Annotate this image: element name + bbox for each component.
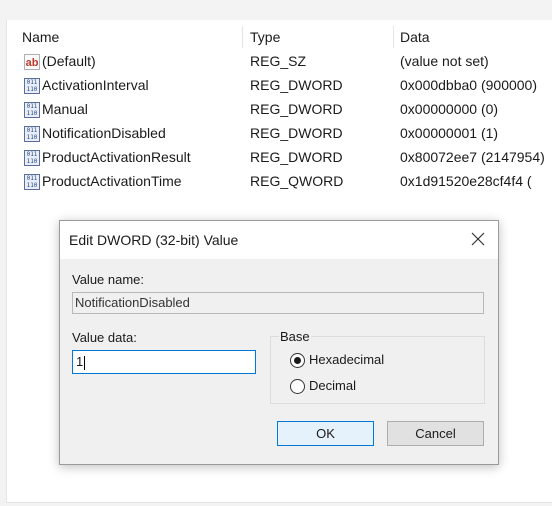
value-data: 0x000dbba0 (900000)	[400, 77, 538, 93]
value-data: 0x1d91520e28cf4f4 (	[400, 173, 532, 189]
value-name-label: Value name:	[72, 272, 145, 287]
column-divider[interactable]	[242, 26, 243, 48]
value-data: 0x80072ee7 (2147954)	[400, 149, 545, 165]
value-type: REG_DWORD	[250, 101, 343, 117]
binary-value-icon: 011 110	[24, 174, 40, 190]
base-group-label: Base	[279, 329, 311, 344]
hexadecimal-radio[interactable]	[290, 353, 305, 368]
list-item[interactable]: 011 110 ProductActivationResult REG_DWORD…	[7, 146, 552, 170]
binary-value-icon: 011 110	[24, 102, 40, 118]
value-data-input[interactable]: 1	[72, 350, 256, 374]
list-item[interactable]: 011 110 NotificationDisabled REG_DWORD 0x…	[7, 122, 552, 146]
value-name: Manual	[42, 101, 88, 117]
value-data: 0x00000000 (0)	[400, 101, 499, 117]
value-type: REG_DWORD	[250, 149, 343, 165]
value-type: REG_QWORD	[250, 173, 344, 189]
list-item[interactable]: 011 110 ProductActivationTime REG_QWORD 0…	[7, 170, 552, 194]
decimal-radio[interactable]	[290, 379, 305, 394]
value-type: REG_DWORD	[250, 77, 343, 93]
text-caret	[84, 355, 86, 370]
value-name: ActivationInterval	[42, 77, 149, 93]
value-type: REG_DWORD	[250, 125, 343, 141]
value-data: (value not set)	[400, 53, 489, 69]
edit-dword-dialog: Edit DWORD (32-bit) Value Value name: No…	[59, 220, 499, 465]
dialog-titlebar[interactable]: Edit DWORD (32-bit) Value	[60, 221, 498, 259]
list-item[interactable]: 011 110 Manual REG_DWORD 0x00000000 (0)	[7, 98, 552, 122]
list-item[interactable]: 011 110 ActivationInterval REG_DWORD 0x00…	[7, 74, 552, 98]
column-header-data[interactable]: Data	[400, 29, 430, 45]
value-data-label: Value data:	[72, 330, 137, 345]
decimal-label: Decimal	[309, 378, 356, 393]
base-group	[270, 336, 485, 404]
binary-value-icon: 011 110	[24, 126, 40, 142]
close-icon[interactable]	[466, 227, 490, 251]
registry-editor-window: Name Type Data ab (Default) REG_SZ (valu…	[0, 0, 552, 506]
value-name: ProductActivationTime	[42, 173, 182, 189]
value-name-field: NotificationDisabled	[72, 292, 484, 314]
hexadecimal-label: Hexadecimal	[309, 352, 385, 367]
column-divider[interactable]	[393, 26, 394, 48]
string-value-icon: ab	[24, 54, 40, 70]
value-data-text: 1	[76, 354, 84, 369]
column-header-name[interactable]: Name	[22, 29, 59, 45]
list-item[interactable]: ab (Default) REG_SZ (value not set)	[7, 50, 552, 74]
value-name: (Default)	[42, 53, 96, 69]
value-name: ProductActivationResult	[42, 149, 191, 165]
dialog-title: Edit DWORD (32-bit) Value	[69, 232, 239, 248]
binary-value-icon: 011 110	[24, 150, 40, 166]
binary-value-icon: 011 110	[24, 78, 40, 94]
cancel-button[interactable]: Cancel	[387, 421, 484, 446]
ok-button[interactable]: OK	[277, 421, 374, 446]
value-type: REG_SZ	[250, 53, 307, 69]
column-header-type[interactable]: Type	[250, 29, 280, 45]
value-data: 0x00000001 (1)	[400, 125, 499, 141]
value-name: NotificationDisabled	[42, 125, 166, 141]
